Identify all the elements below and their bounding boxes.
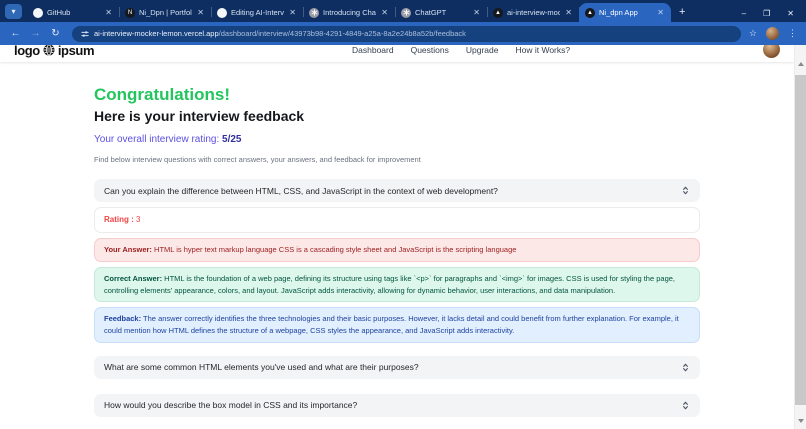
browser-toolbar: ← → ↻ ai-interview-mocker-lemon.vercel.a… <box>0 22 806 45</box>
feedback-box: Feedback: The answer correctly identifie… <box>94 307 700 343</box>
close-icon[interactable]: ✕ <box>288 8 297 17</box>
user-avatar[interactable] <box>763 45 780 58</box>
close-icon[interactable]: ✕ <box>196 8 205 17</box>
logo[interactable]: logo ipsum <box>14 45 95 58</box>
feedback-subtitle: Here is your interview feedback <box>94 108 305 124</box>
page: logo ipsum Dashboard Questions Upgrade H… <box>0 45 806 429</box>
forward-button[interactable]: → <box>27 28 44 39</box>
close-icon[interactable]: ✕ <box>104 8 113 17</box>
address-bar[interactable]: ai-interview-mocker-lemon.vercel.app/das… <box>72 25 741 42</box>
page-scrollbar[interactable] <box>794 45 806 429</box>
overall-rating: Your overall interview rating: 5/25 <box>94 134 242 145</box>
your-answer-box: Your Answer: HTML is hyper text markup l… <box>94 238 700 263</box>
window-controls: – ❐ ✕ <box>742 9 806 22</box>
site-nav: Dashboard Questions Upgrade How it Works… <box>352 45 570 62</box>
tab-title: ai-interview-mocke <box>507 8 561 17</box>
globe-icon <box>43 45 55 56</box>
tab-portfolio[interactable]: N Ni_Dpn | Portfolio ✕ <box>119 3 212 22</box>
tab-title: Ni_dpn App <box>599 8 638 17</box>
browser-tab-strip: ▾ GitHub ✕ N Ni_Dpn | Portfolio ✕ Editin… <box>0 0 806 22</box>
nav-upgrade[interactable]: Upgrade <box>466 45 499 55</box>
close-icon[interactable]: ✕ <box>564 8 573 17</box>
tab-title: Ni_Dpn | Portfolio <box>139 8 193 17</box>
close-icon[interactable]: ✕ <box>380 8 389 17</box>
toolbar-right: ☆ ⋮ <box>749 27 799 40</box>
close-icon[interactable]: ✕ <box>472 8 481 17</box>
close-icon[interactable]: ✕ <box>656 8 665 17</box>
scroll-up-arrow[interactable] <box>795 58 806 70</box>
logo-text-right: ipsum <box>57 45 95 58</box>
question-accordion-2[interactable]: What are some common HTML elements you'v… <box>94 355 700 379</box>
tab-nidpn-app-active[interactable]: ▲ Ni_dpn App ✕ <box>579 3 671 22</box>
rating-value: 3 <box>133 215 141 224</box>
tab-ai-interview-mocker[interactable]: ▲ ai-interview-mocke ✕ <box>487 3 580 22</box>
rating-box: Rating : 3 <box>94 207 700 234</box>
scroll-down-arrow[interactable] <box>795 415 806 427</box>
overall-rating-value: 5/25 <box>222 134 242 145</box>
chevrons-up-down-icon <box>681 400 690 411</box>
tab-introducing-chatgpt[interactable]: Introducing ChatGP ✕ <box>303 3 396 22</box>
chevrons-up-down-icon <box>681 362 690 373</box>
nav-dashboard[interactable]: Dashboard <box>352 45 394 55</box>
minimize-button[interactable]: – <box>742 9 746 18</box>
vercel-icon: ▲ <box>493 7 503 18</box>
question-text: What are some common HTML elements you'v… <box>104 362 419 373</box>
tab-title: Editing AI-Interview- <box>231 8 284 17</box>
tab-chatgpt[interactable]: ChatGPT ✕ <box>395 3 488 22</box>
feedback-content: Congratulations! Here is your interview … <box>94 62 700 429</box>
new-tab-button[interactable]: + <box>679 6 685 18</box>
tab-title: GitHub <box>47 8 71 17</box>
site-header: logo ipsum Dashboard Questions Upgrade H… <box>0 45 794 62</box>
back-button[interactable]: ← <box>7 28 24 39</box>
github-icon <box>33 7 43 18</box>
tab-github[interactable]: GitHub ✕ <box>27 3 120 22</box>
tab-title: ChatGPT <box>415 8 447 17</box>
n-letter-icon: N <box>125 7 135 18</box>
question-text: Can you explain the difference between H… <box>104 185 498 196</box>
logo-text-left: logo <box>14 45 40 58</box>
scrollbar-thumb[interactable] <box>795 75 806 405</box>
url-path: /dashboard/interview/43973b98-4291-4849-… <box>218 29 466 38</box>
congratulations-title: Congratulations! <box>94 85 230 104</box>
chevrons-up-down-icon <box>681 185 690 196</box>
correct-answer-box: Correct Answer: HTML is the foundation o… <box>94 267 700 303</box>
site-info-icon[interactable] <box>81 30 89 38</box>
browser-profile-avatar[interactable] <box>766 27 779 40</box>
question-text: How would you describe the box model in … <box>104 400 358 411</box>
chevron-down-icon: ▾ <box>11 7 16 16</box>
feedback-description: Find below interview questions with corr… <box>94 155 421 164</box>
window-close-button[interactable]: ✕ <box>787 9 794 18</box>
openai-icon <box>401 7 411 18</box>
reload-button[interactable]: ↻ <box>47 28 64 39</box>
vercel-icon: ▲ <box>585 7 595 18</box>
tab-editing-ai-interview[interactable]: Editing AI-Interview- ✕ <box>211 3 304 22</box>
bookmark-star-icon[interactable]: ☆ <box>749 28 757 39</box>
tab-title: Introducing ChatGP <box>323 8 376 17</box>
maximize-button[interactable]: ❐ <box>763 9 770 18</box>
tab-search-button[interactable]: ▾ <box>5 4 22 19</box>
nav-how-it-works[interactable]: How it Works? <box>515 45 570 55</box>
question-accordion-3[interactable]: How would you describe the box model in … <box>94 393 700 417</box>
url-domain: ai-interview-mocker-lemon.vercel.app <box>94 29 219 38</box>
question-accordion-1[interactable]: Can you explain the difference between H… <box>94 179 700 202</box>
openai-icon <box>309 7 319 18</box>
nav-questions[interactable]: Questions <box>411 45 449 55</box>
browser-menu-icon[interactable]: ⋮ <box>788 28 797 39</box>
github-icon <box>217 7 227 18</box>
